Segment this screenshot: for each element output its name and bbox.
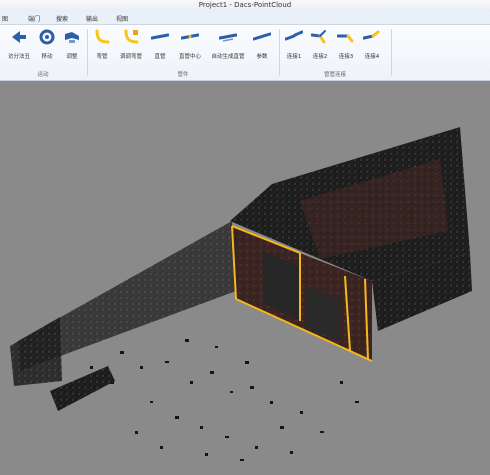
- parameter-button[interactable]: 参数: [250, 28, 274, 68]
- point-cloud-viewport[interactable]: [0, 81, 490, 475]
- straight-pipe-icon: [219, 33, 237, 42]
- bent-pipe-icon: [95, 29, 110, 44]
- adjust-button[interactable]: 调整: [60, 28, 84, 68]
- split-button[interactable]: 访分法丑: [2, 28, 36, 68]
- app-window: Project1 - Dacs-PointCloud 图 端门 搜索 输出 视图…: [0, 0, 490, 475]
- connect-2-button[interactable]: 连接2: [308, 28, 332, 68]
- menu-item-file[interactable]: 图: [2, 14, 8, 23]
- bent-pipe-button[interactable]: 弯管: [90, 28, 114, 68]
- connect-3-button[interactable]: 连接3: [334, 28, 358, 68]
- ribbon-group-label: 管管连接: [323, 72, 346, 78]
- floor-points: [90, 339, 359, 461]
- split-button-label: 访分法丑: [7, 54, 30, 60]
- menu-item-view[interactable]: 视图: [116, 14, 128, 23]
- auto-straight-pipe-label: 自动生成直管: [211, 54, 245, 60]
- ribbon-group-label: 运动: [37, 72, 49, 78]
- auto-straight-pipe-button[interactable]: 自动生成直管: [208, 28, 248, 68]
- adjust-bent-pipe-button[interactable]: 调调弯管: [116, 28, 146, 68]
- menu-bar: 图 端门 搜索 输出 视图: [0, 12, 490, 25]
- connect-4-button[interactable]: 连接4: [360, 28, 384, 68]
- ribbon-toolbar: 访分法丑 移动 调整 运动 弯管 调调弯管 直管 直管中心 自动生成直管 参数 …: [0, 25, 490, 81]
- ribbon-group-pipes: 弯管 调调弯管 直管 直管中心 自动生成直管 参数 管件: [88, 25, 278, 80]
- ribbon-group-label: 管件: [177, 72, 189, 78]
- arrow-icon: [12, 31, 26, 43]
- tools-icon: [65, 32, 79, 43]
- connect-1-button[interactable]: 连接1: [282, 28, 306, 68]
- move-button[interactable]: 移动: [36, 28, 58, 68]
- straight-pipe-button[interactable]: 直管: [148, 28, 172, 68]
- pipe-center-label: 直管中心: [178, 54, 201, 60]
- connect-2-label: 连接2: [312, 54, 328, 60]
- point-cloud-render: [10, 127, 472, 461]
- bent-pipe-label: 弯管: [96, 54, 108, 60]
- connect-icon: [363, 30, 380, 40]
- parameter-label: 参数: [256, 54, 268, 60]
- pipe-center-button[interactable]: 直管中心: [174, 28, 206, 68]
- adjust-button-label: 调整: [66, 54, 78, 60]
- connect-3-label: 连接3: [338, 54, 354, 60]
- bent-pipe-icon: [124, 29, 139, 44]
- menu-item-output[interactable]: 输出: [86, 14, 98, 23]
- menu-item-search[interactable]: 搜索: [56, 14, 68, 23]
- group-divider: [391, 29, 392, 76]
- ribbon-group-motion: 访分法丑 移动 调整 运动: [0, 25, 86, 80]
- move-button-label: 移动: [41, 54, 53, 60]
- straight-pipe-icon: [151, 33, 169, 40]
- connect-icon: [337, 34, 354, 43]
- straight-pipe-icon: [253, 32, 271, 41]
- connect-icon: [311, 30, 326, 44]
- window-title: Project1 - Dacs-PointCloud: [198, 1, 292, 9]
- straight-pipe-label: 直管: [154, 54, 166, 60]
- connect-1-label: 连接1: [286, 54, 302, 60]
- circle-icon: [39, 29, 55, 45]
- menu-item-edit[interactable]: 端门: [28, 14, 40, 23]
- left-end-cloud: [10, 317, 62, 386]
- connect-icon: [285, 30, 303, 41]
- adjust-bent-pipe-label: 调调弯管: [119, 54, 142, 60]
- connect-4-label: 连接4: [364, 54, 380, 60]
- ribbon-group-connection: 连接1 连接2 连接3 连接4 管管连接: [280, 25, 390, 80]
- straight-pipe-icon: [181, 33, 199, 40]
